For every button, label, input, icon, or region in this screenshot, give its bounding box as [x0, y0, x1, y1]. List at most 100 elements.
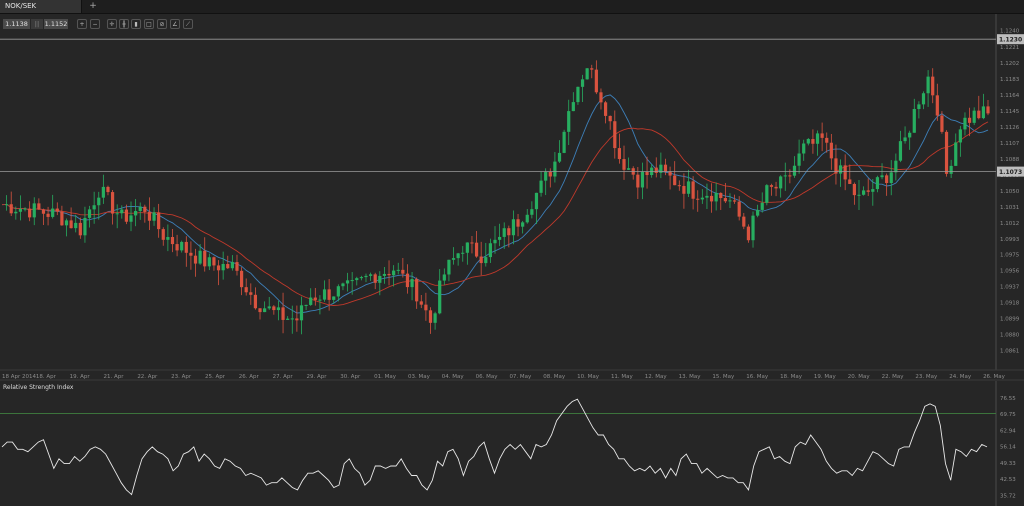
- candle-body: [912, 108, 916, 133]
- candle-body: [700, 197, 704, 200]
- candle-body: [636, 174, 640, 188]
- candle-body: [977, 110, 981, 119]
- candle-body: [83, 217, 87, 236]
- candle-body: [705, 195, 709, 198]
- candle-body: [806, 139, 810, 144]
- candle-body: [442, 274, 446, 281]
- candle-body: [599, 92, 603, 103]
- candle-body: [120, 209, 124, 214]
- candle-body: [576, 86, 580, 103]
- candle-body: [428, 310, 433, 323]
- rsi-tick-label: 49.33: [1000, 461, 1016, 467]
- candle-body: [392, 270, 396, 276]
- candle-body: [184, 241, 188, 253]
- candle-body: [866, 190, 870, 192]
- candle-body: [769, 185, 774, 187]
- candle-body: [723, 198, 727, 202]
- time-tick-label: 23. May: [915, 374, 938, 380]
- candle-body: [336, 286, 340, 297]
- candle-body: [682, 186, 686, 194]
- candle-body: [226, 263, 230, 269]
- candle-body: [87, 209, 92, 218]
- candle-body: [258, 308, 262, 313]
- candle-body: [5, 204, 9, 206]
- candle-body: [433, 313, 437, 323]
- chart-area[interactable]: 1.1240 1.1221 1.1202 1.1183 1.1164 1.1145 1.11…: [0, 0, 1024, 506]
- candle-body: [732, 200, 737, 202]
- candle-body: [249, 292, 253, 295]
- candle-body: [216, 265, 221, 271]
- candle-body: [23, 208, 27, 210]
- candle-body: [544, 171, 548, 181]
- time-tick-label: 21. Apr: [103, 374, 124, 380]
- candle-body: [673, 175, 677, 186]
- candle-body: [198, 250, 202, 264]
- candle-body: [46, 213, 50, 217]
- candle-body: [345, 280, 350, 284]
- candle-body: [825, 137, 829, 143]
- candle-body: [484, 257, 488, 264]
- candle-body: [875, 177, 880, 190]
- candle-body: [940, 115, 944, 132]
- candle-body: [622, 159, 626, 170]
- candle-body: [511, 219, 516, 236]
- candle-body: [92, 205, 96, 210]
- time-tick-label: 10. May: [577, 374, 600, 380]
- candle-body: [737, 201, 741, 217]
- candle-body: [14, 211, 18, 214]
- candle-body: [562, 131, 566, 153]
- rsi-tick-label: 35.72: [1000, 493, 1016, 499]
- candle-body: [212, 257, 216, 266]
- candle-body: [281, 307, 285, 320]
- rsi-tick-label: 76.55: [1000, 396, 1016, 402]
- candle-body: [963, 117, 967, 130]
- candle-body: [498, 236, 502, 240]
- price-tag-label: 1.1073: [999, 169, 1022, 176]
- candle-body: [170, 237, 175, 245]
- candle-body: [138, 206, 142, 211]
- candle-body: [603, 102, 608, 116]
- candle-body: [396, 269, 400, 271]
- candle-body: [239, 270, 244, 288]
- candle-body: [203, 250, 207, 267]
- rsi-tick-label: 56.14: [1000, 445, 1016, 451]
- time-tick-label: 03. May: [408, 374, 431, 380]
- rsi-panel-title: Relative Strength Index: [3, 384, 74, 391]
- candle-body: [147, 211, 152, 221]
- candle-body: [815, 133, 820, 144]
- candle-body: [654, 167, 658, 173]
- candle-body: [378, 275, 382, 283]
- candle-body: [645, 171, 649, 176]
- candle-body: [590, 68, 594, 70]
- candle-body: [286, 318, 290, 320]
- candle-body: [405, 273, 410, 288]
- candle-body: [921, 93, 926, 105]
- candle-body: [295, 318, 299, 321]
- time-tick-label: 18. Apr: [36, 374, 57, 380]
- candle-body: [419, 301, 423, 305]
- candle-body: [207, 257, 211, 267]
- candle-body: [470, 242, 474, 244]
- candle-body: [640, 171, 645, 188]
- candle-body: [235, 262, 239, 271]
- candle-body: [253, 294, 258, 309]
- candle-body: [811, 139, 815, 144]
- candle-body: [926, 76, 930, 94]
- candle-body: [746, 226, 751, 241]
- candle-body: [986, 106, 990, 114]
- candle-body: [507, 228, 511, 236]
- price-tick-label: 1.1164: [1000, 93, 1020, 99]
- candle-body: [175, 244, 179, 251]
- time-tick-label: 19. Apr: [70, 374, 91, 380]
- candle-body: [871, 189, 875, 192]
- time-tick-label: 15. May: [712, 374, 735, 380]
- candle-body: [861, 190, 866, 195]
- candle-body: [244, 287, 248, 293]
- candle-body: [451, 258, 456, 260]
- price-tick-label: 1.1202: [1000, 61, 1019, 67]
- candle-body: [230, 262, 234, 269]
- price-tick-label: 1.0956: [1000, 268, 1020, 274]
- candle-body: [134, 210, 138, 216]
- time-tick-label: 12. May: [645, 374, 668, 380]
- time-tick-label: 18 Apr 2014: [2, 374, 37, 380]
